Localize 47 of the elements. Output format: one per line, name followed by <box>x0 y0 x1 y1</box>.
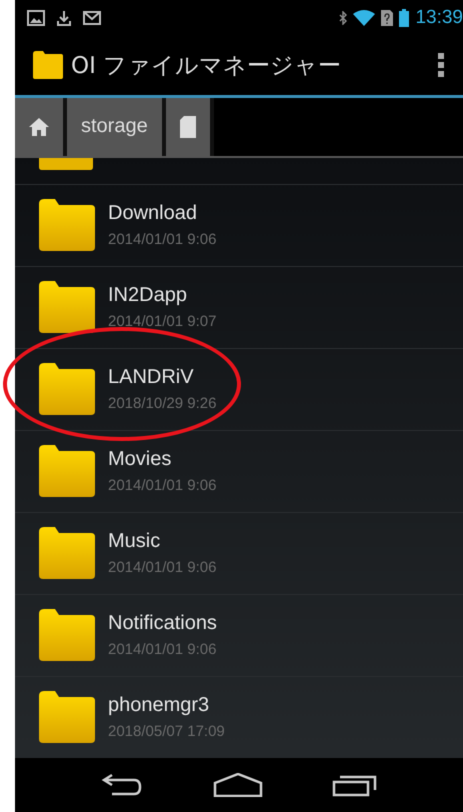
mail-icon <box>83 10 101 25</box>
modified-date: 2014/01/01 9:07 <box>108 313 216 330</box>
folder-name: IN2Dapp <box>108 284 188 308</box>
folder-icon <box>33 51 63 80</box>
modified-date: 2014/01/01 9:06 <box>108 641 217 658</box>
folder-name: Movies <box>108 448 172 472</box>
home-crumb-button[interactable] <box>15 98 67 156</box>
bluetooth-icon <box>339 10 348 25</box>
folder-name: Music <box>108 530 162 554</box>
clock-time: 13:39 <box>415 6 463 29</box>
folder-icon <box>39 363 95 416</box>
folder-icon <box>39 281 95 334</box>
folder-icon <box>39 527 95 580</box>
wifi-icon <box>353 10 376 26</box>
folder-icon <box>39 691 95 744</box>
folder-list-item[interactable]: Music 2014/01/01 9:06 <box>15 512 463 595</box>
folder-name: Notifications <box>108 612 217 636</box>
folder-name: LANDRiV <box>108 366 195 390</box>
folder-list-item[interactable]: phonemgr3 2018/05/07 17:09 <box>15 676 463 758</box>
modified-date: 2014/01/01 9:06 <box>108 231 216 248</box>
folder-list-item[interactable]: Download 2014/01/01 9:06 <box>15 184 463 267</box>
folder-icon <box>39 199 95 252</box>
folder-list-item[interactable]: Movies 2014/01/01 9:06 <box>15 430 463 513</box>
modified-date: 2018/05/07 17:09 <box>108 723 225 740</box>
app-title: OI ファイルマネージャー <box>71 52 342 81</box>
path-crumb-button[interactable]: storage <box>67 98 166 156</box>
download-icon <box>55 8 73 27</box>
folder-icon <box>39 609 95 662</box>
folder-list-item[interactable]: Notifications 2014/01/01 9:06 <box>15 594 463 677</box>
folder-list-item[interactable]: LANDRiV 2018/10/29 9:26 <box>15 348 463 431</box>
back-icon[interactable] <box>100 772 144 797</box>
modified-date: 2018/10/29 9:26 <box>108 395 216 412</box>
home-icon[interactable] <box>212 772 263 797</box>
folder-icon <box>39 158 93 170</box>
folder-name: Download <box>108 202 198 226</box>
sd-card-icon <box>180 116 196 138</box>
battery-icon <box>399 8 410 27</box>
picture-icon <box>27 10 45 26</box>
overflow-menu-icon[interactable] <box>437 52 445 78</box>
folder-icon <box>39 445 95 498</box>
modified-date: 2014/01/01 9:06 <box>108 559 216 576</box>
sd-card-crumb-button[interactable] <box>166 98 214 156</box>
home-icon <box>29 118 49 136</box>
sim-icon <box>381 10 394 26</box>
modified-date: 2014/01/01 9:06 <box>108 477 216 494</box>
folder-list-item[interactable]: IN2Dapp 2014/01/01 9:07 <box>15 266 463 349</box>
folder-name: phonemgr3 <box>108 694 210 718</box>
